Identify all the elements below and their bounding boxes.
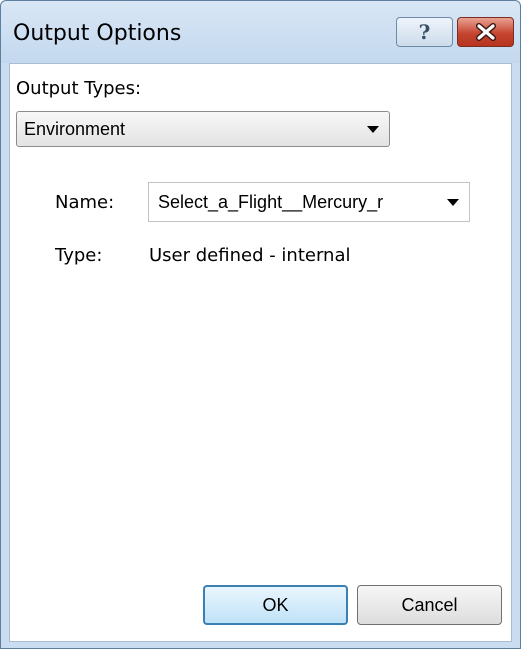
close-icon bbox=[475, 23, 496, 41]
type-label: Type: bbox=[55, 245, 103, 266]
ok-button[interactable]: OK bbox=[203, 585, 348, 625]
output-types-dropdown[interactable]: Environment bbox=[16, 111, 390, 147]
dialog-body: Output Types: Environment Name: Select_a… bbox=[9, 63, 512, 642]
name-label: Name: bbox=[55, 192, 115, 213]
output-types-value: Environment bbox=[24, 119, 126, 139]
cancel-button[interactable]: Cancel bbox=[357, 585, 502, 625]
name-value: Select_a_Flight__Mercury_r bbox=[158, 192, 384, 212]
output-types-label: Output Types: bbox=[16, 78, 142, 99]
type-value: User defined - internal bbox=[149, 245, 351, 266]
name-dropdown[interactable]: Select_a_Flight__Mercury_r bbox=[148, 182, 470, 222]
chevron-down-icon bbox=[367, 126, 379, 133]
output-options-dialog: Output Options ? Output Types: Environme… bbox=[0, 0, 521, 649]
window-title: Output Options bbox=[13, 21, 182, 46]
help-icon: ? bbox=[418, 20, 431, 44]
title-bar[interactable]: Output Options ? bbox=[1, 1, 520, 63]
chevron-down-icon bbox=[447, 199, 459, 206]
help-button[interactable]: ? bbox=[396, 17, 453, 47]
close-button[interactable] bbox=[457, 17, 514, 47]
